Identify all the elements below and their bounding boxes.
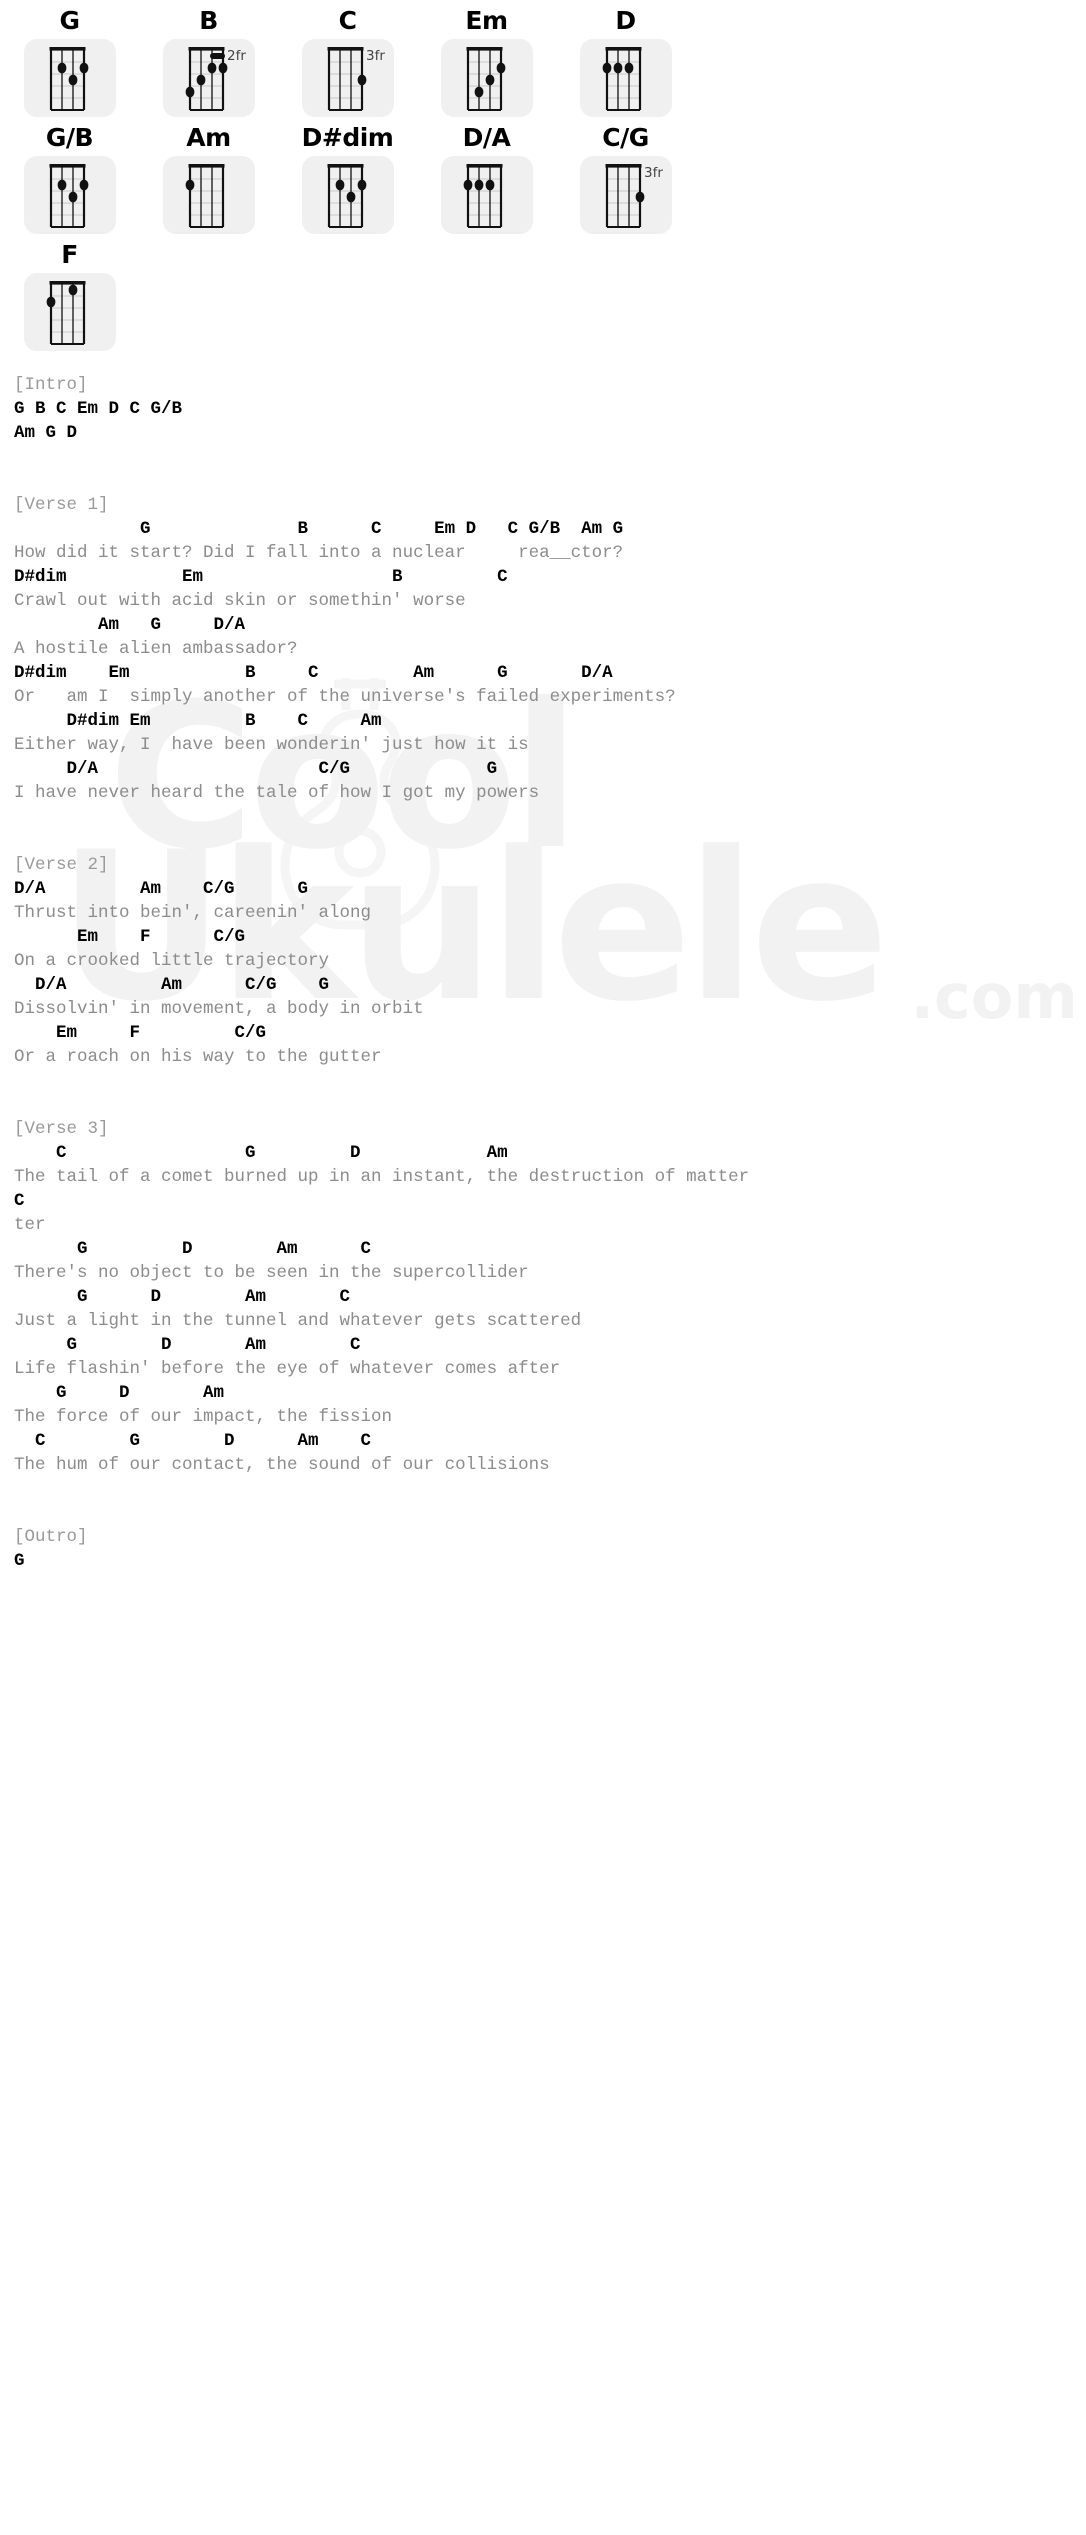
lyric-line: Thrust into bein', careenin' along [14,903,372,923]
section-label: [Intro] [14,375,88,395]
chord-diagram-row: G B 2fr C 3fr Em D [0,0,1086,117]
chord-diagram-em[interactable]: Em [417,0,556,117]
chord-line: Em F C/G [14,927,246,947]
lyric-line: A hostile alien ambassador? [14,639,298,659]
lyric-line: How did it start? Did I fall into a nucl… [14,543,624,563]
lyric-line: Just a light in the tunnel and whatever … [14,1311,582,1331]
chord-diagram-b[interactable]: B 2fr [139,0,278,117]
chord-line: G [14,1551,25,1571]
chord-diagram-name: C/G [602,123,649,152]
lyric-line: Dissolvin' in movement, a body in orbit [14,999,424,1019]
lyric-line: ter [14,1215,46,1235]
chord-diagram-row: G/B Am D#dim D/A C/G 3fr [0,117,1086,234]
lyric-line: The force of our impact, the fission [14,1407,393,1427]
chord-line: D/A C/G G [14,759,498,779]
fretboard-diagram [162,156,255,234]
chord-diagram-name: C [338,6,357,35]
chord-line: D#dim Em B C Am G D/A [14,663,613,683]
lyric-line: On a crooked little trajectory [14,951,330,971]
chord-line: G D Am [14,1383,225,1403]
chord-diagram-name: D#dim [301,123,394,152]
chord-line: D#dim Em B C [14,567,508,587]
fretboard-diagram: 3fr [579,156,672,234]
chord-diagram-grid: G B 2fr C 3fr Em D G/B Am D#dim D/A C/G 3fr F [0,0,1086,359]
chord-line: G B C Em D C G/B [14,399,183,419]
song-text: [Intro] G B C Em D C G/B Am G D [Verse 1] G… [0,373,1086,1621]
section-label: [Verse 1] [14,495,109,515]
chord-line: C G D Am C [14,1431,372,1451]
fretboard-diagram [440,39,533,117]
chord-line: G D Am C [14,1335,361,1355]
lyric-line: There's no object to be seen in the supe… [14,1263,529,1283]
chord-line: C [14,1191,25,1211]
lyric-line: I have never heard the tale of how I got… [14,783,540,803]
chord-diagram-d[interactable]: D [556,0,695,117]
fretboard-diagram [301,156,394,234]
lyric-line: Crawl out with acid skin or somethin' wo… [14,591,466,611]
section-label: [Verse 3] [14,1119,109,1139]
chord-diagram-name: Am [186,123,231,152]
chord-line: C G D Am [14,1143,508,1163]
section-label: [Outro] [14,1527,88,1547]
chord-diagram-row: F [0,234,1086,351]
lyric-line: The tail of a comet burned up in an inst… [14,1167,750,1187]
chord-line: G B C Em D C G/B Am G [14,519,624,539]
chord-line: D#dim Em B C Am [14,711,382,731]
fretboard-diagram [23,39,116,117]
lyric-line: The hum of our contact, the sound of our… [14,1455,550,1475]
fretboard-diagram: 3fr [301,39,394,117]
lyric-line: Or a roach on his way to the gutter [14,1047,382,1067]
lyric-line: Or am I simply another of the universe's… [14,687,676,707]
fretboard-diagram [579,39,672,117]
fretboard-diagram: 2fr [162,39,255,117]
chord-line: G D Am C [14,1239,372,1259]
chord-diagram-name: G [59,6,80,35]
chord-line: D/A Am C/G G [14,879,309,899]
svg-text:3fr: 3fr [644,165,663,181]
fretboard-diagram [23,156,116,234]
chord-diagram-name: D/A [462,123,511,152]
chord-diagram-name: F [61,240,78,269]
chord-diagram-f[interactable]: F [0,234,139,351]
chord-diagram-d-a[interactable]: D/A [417,117,556,234]
chord-line: D/A Am C/G G [14,975,330,995]
chord-line: Em F C/G [14,1023,267,1043]
chord-diagram-g[interactable]: G [0,0,139,117]
svg-text:2fr: 2fr [227,48,246,64]
chord-line: Am G D [14,423,78,443]
chord-diagram-c-g[interactable]: C/G 3fr [556,117,695,234]
lyric-line: Either way, I have been wonderin' just h… [14,735,529,755]
lyric-line: Life flashin' before the eye of whatever… [14,1359,561,1379]
chord-diagram-am[interactable]: Am [139,117,278,234]
chord-diagram-name: G/B [45,123,94,152]
chord-diagram-name: D [615,6,636,35]
section-label: [Verse 2] [14,855,109,875]
fretboard-diagram [23,273,116,351]
chord-line: Am G D/A [14,615,246,635]
chord-diagram-c[interactable]: C 3fr [278,0,417,117]
chord-diagram-g-b[interactable]: G/B [0,117,139,234]
chord-diagram-name: Em [465,6,508,35]
fretboard-diagram [440,156,533,234]
svg-text:3fr: 3fr [366,48,385,64]
chord-diagram-d-dim[interactable]: D#dim [278,117,417,234]
chord-diagram-name: B [199,6,218,35]
chord-line: G D Am C [14,1287,351,1307]
